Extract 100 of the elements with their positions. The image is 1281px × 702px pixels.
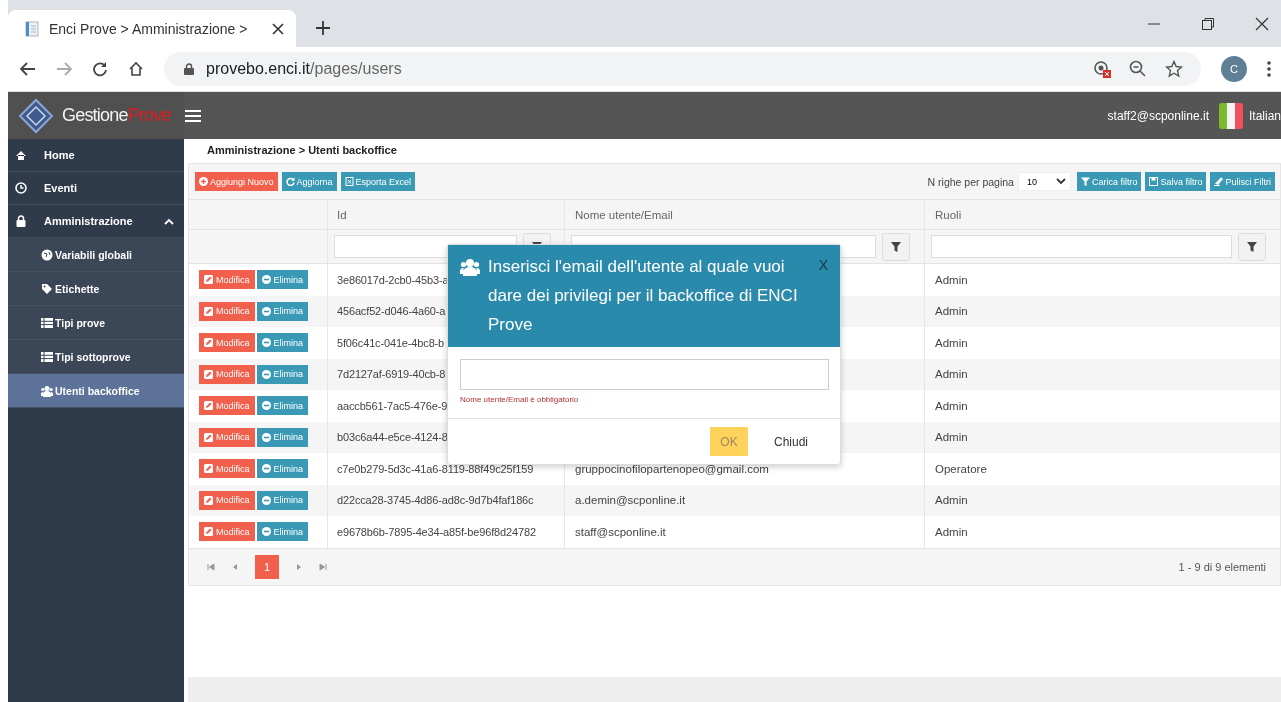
sidebar-item[interactable]: Tipi prove — [8, 306, 184, 340]
minus-circle-icon — [261, 495, 271, 505]
tag-icon — [41, 282, 53, 295]
edit-button[interactable]: Modifica — [199, 301, 255, 321]
browser-tab[interactable]: Enci Prove > Amministrazione > — [8, 10, 296, 47]
back-icon[interactable] — [20, 62, 36, 76]
sidebar-item[interactable]: Eventi — [8, 172, 184, 205]
delete-button[interactable]: Elimina — [256, 490, 309, 510]
delete-button[interactable]: Elimina — [256, 522, 309, 542]
delete-button[interactable]: Elimina — [256, 270, 309, 290]
toolbar-button[interactable]: Aggiorna — [281, 172, 337, 191]
table-cell: Admin — [935, 368, 968, 381]
toolbar-button[interactable]: Aggiungi Nuovo — [195, 172, 278, 191]
sidebar-item[interactable]: Utenti backoffice — [8, 374, 184, 408]
close-icon[interactable] — [1255, 16, 1269, 31]
tab-title: Enci Prove > Amministrazione > — [49, 20, 249, 37]
users-icon — [460, 258, 480, 276]
table-cell: Admin — [935, 336, 968, 349]
filter-button[interactable]: Pulisci Filtri — [1210, 172, 1275, 191]
pencil-icon — [204, 338, 213, 348]
zoom-out-icon[interactable] — [1129, 60, 1147, 78]
address-field[interactable]: provebo.enci.it/pages/users — [164, 52, 1201, 86]
table-cell: a.demin@scponline.it — [575, 494, 686, 507]
home-icon[interactable] — [128, 61, 144, 77]
minus-circle-icon — [261, 401, 271, 411]
table-cell: d22cca28-3745-4d86-ad8c-9d7b4faf186c — [337, 494, 534, 507]
diamond-logo-icon — [18, 97, 54, 134]
table-cell: b03c6a44-e5ce-4124-8 — [337, 431, 448, 444]
restore-icon[interactable] — [1201, 16, 1215, 31]
edit-button[interactable]: Modifica — [199, 270, 255, 290]
user-email[interactable]: staff2@scponline.it — [1107, 108, 1209, 123]
last-page-icon[interactable] — [319, 562, 327, 571]
delete-button[interactable]: Elimina — [256, 396, 309, 416]
minus-circle-icon — [261, 527, 271, 537]
filter-button[interactable]: Carica filtro — [1076, 172, 1142, 191]
table-cell: 5f06c41c-041e-4bc8-b — [337, 336, 445, 349]
edit-button[interactable]: Modifica — [199, 490, 255, 510]
delete-button[interactable]: Elimina — [256, 459, 309, 479]
close-dialog-button[interactable]: Chiudi — [763, 427, 818, 456]
language-label[interactable]: Italian — [1248, 108, 1281, 123]
reload-icon[interactable] — [92, 61, 108, 77]
page-button[interactable]: 1 — [255, 554, 279, 579]
lock-icon — [184, 63, 194, 75]
pencil-icon — [204, 464, 213, 474]
delete-button[interactable]: Elimina — [256, 427, 309, 447]
profile-avatar[interactable]: C — [1221, 56, 1247, 82]
sidebar-item[interactable]: Variabili globali — [8, 238, 184, 272]
email-field[interactable] — [460, 359, 829, 390]
pencil-icon — [204, 401, 213, 411]
star-icon[interactable] — [1165, 60, 1183, 78]
column-header[interactable]: Nome utente/Email — [575, 208, 673, 221]
table-cell: 456acf52-d046-4a60-a — [337, 305, 446, 318]
column-header[interactable]: Ruoli — [935, 208, 962, 221]
delete-button[interactable]: Elimina — [256, 301, 309, 321]
ok-button[interactable]: OK — [709, 427, 748, 456]
delete-button[interactable]: Elimina — [256, 364, 309, 384]
target-blocked-icon[interactable] — [1093, 60, 1111, 78]
italian-flag-icon — [1218, 102, 1243, 129]
table-cell: Admin — [935, 305, 968, 318]
minus-circle-icon — [261, 464, 271, 474]
table-cell: gruppocinofilopartenopeo@gmail.com — [575, 462, 769, 475]
next-page-icon[interactable] — [295, 562, 303, 571]
floppy-icon — [1149, 177, 1159, 186]
edit-button[interactable]: Modifica — [199, 396, 255, 416]
edit-button[interactable]: Modifica — [199, 459, 255, 479]
more-icon[interactable] — [1267, 61, 1271, 77]
toolbar-button[interactable]: Esporta Excel — [340, 172, 416, 191]
dialog-title: Inserisci l'email dell'utente al quale vuoi dare dei privilegi per il backoffice di ENCI Prove — [488, 256, 799, 336]
rows-per-page-select[interactable]: 10 — [1017, 172, 1071, 191]
sidebar-item[interactable]: Tipi sottoprove — [8, 340, 184, 374]
edit-button[interactable]: Modifica — [199, 427, 255, 447]
table-cell: Operatore — [935, 462, 987, 475]
previous-page-icon[interactable] — [231, 562, 239, 571]
filter-button[interactable]: Salva filtro — [1145, 172, 1207, 191]
sidebar-item[interactable]: Etichette — [8, 272, 184, 306]
validation-error: Nome utente/Email è obbligatorio — [460, 395, 580, 404]
table-cell: Admin — [935, 273, 968, 286]
close-icon[interactable] — [272, 22, 284, 35]
column-header[interactable]: Id — [337, 208, 347, 221]
edit-button[interactable]: Modifica — [199, 522, 255, 542]
menu-icon[interactable] — [184, 109, 201, 122]
first-page-icon[interactable] — [207, 562, 215, 571]
table-cell: 3e86017d-2cb0-45b3-a — [337, 273, 449, 286]
table-cell: staff@scponline.it — [575, 525, 666, 538]
filter-icon[interactable] — [1238, 232, 1266, 261]
filter-icon[interactable] — [882, 232, 910, 261]
edit-button[interactable]: Modifica — [199, 364, 255, 384]
minus-circle-icon — [261, 432, 271, 442]
pencil-icon — [204, 275, 213, 285]
sidebar-item[interactable]: Home — [8, 139, 184, 172]
edit-button[interactable]: Modifica — [199, 333, 255, 353]
table-cell: Admin — [935, 431, 968, 444]
plus-icon[interactable] — [316, 21, 330, 35]
delete-button[interactable]: Elimina — [256, 333, 309, 353]
close-button[interactable]: X — [818, 257, 828, 273]
list-icon — [41, 350, 53, 363]
lock-icon — [15, 215, 27, 227]
filter-field[interactable] — [931, 235, 1232, 258]
brand-name: GestioneProve — [62, 105, 171, 126]
table-cell: 7d2127af-6919-40cb-8 — [337, 368, 446, 381]
